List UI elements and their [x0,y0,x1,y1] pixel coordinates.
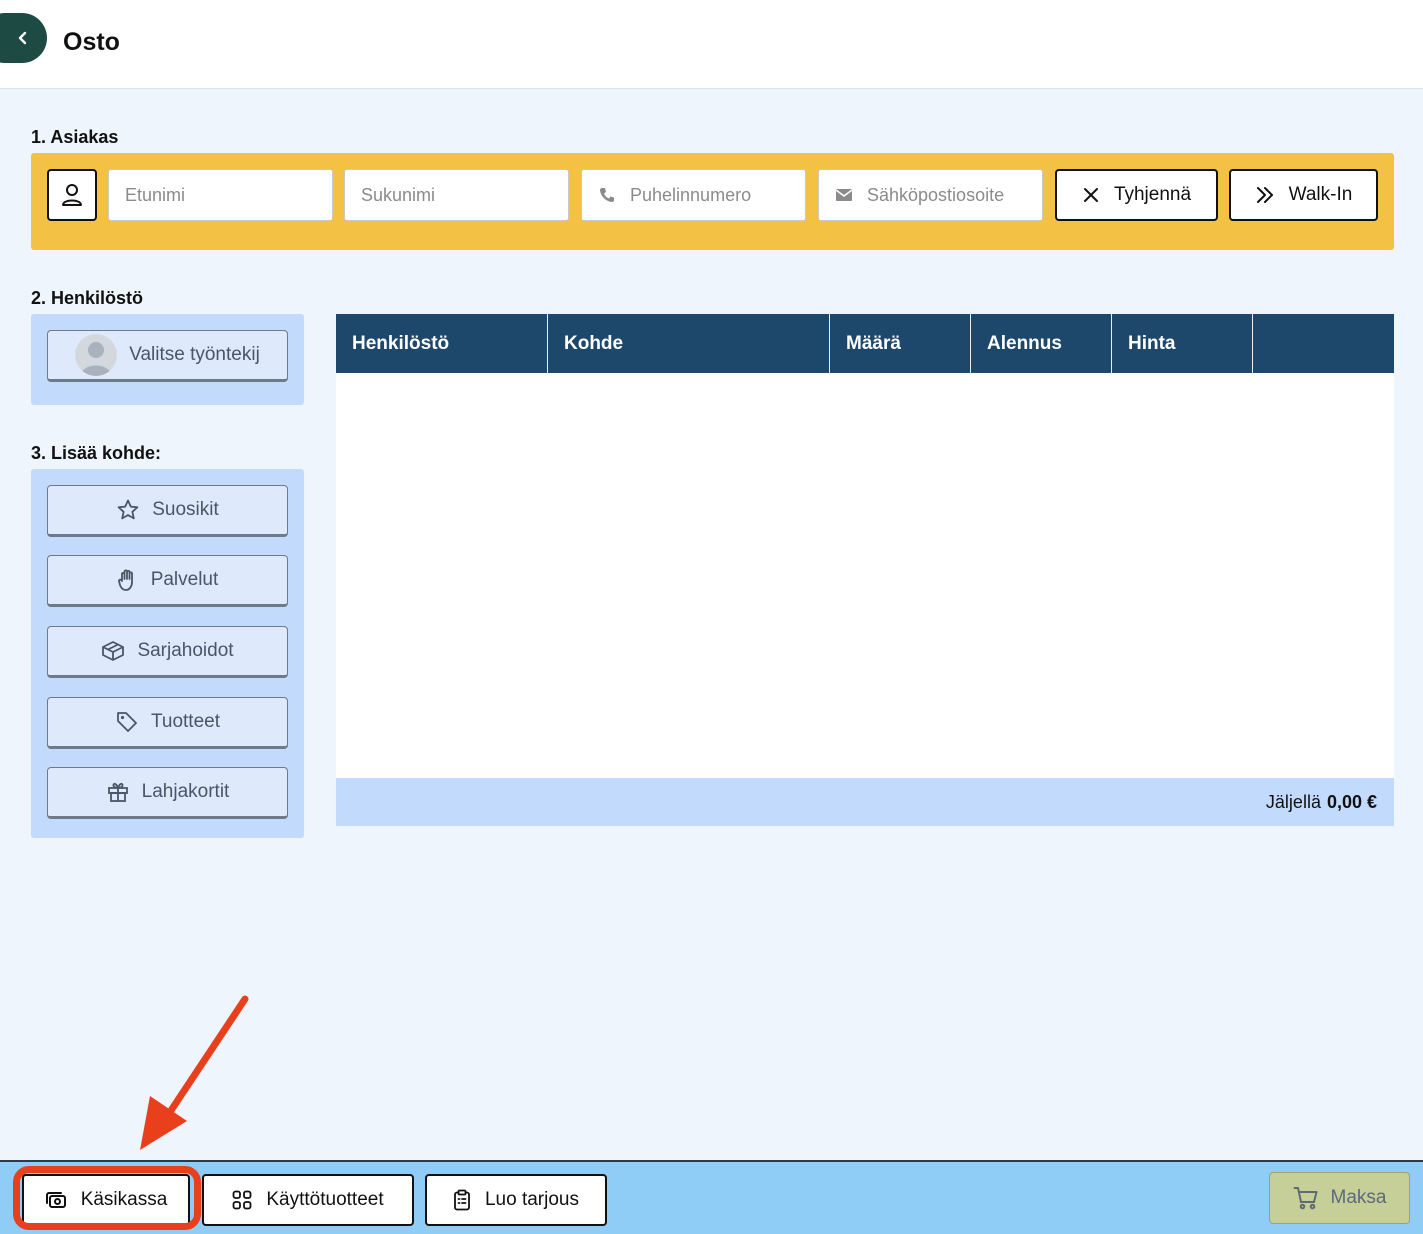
services-button[interactable]: Palvelut [47,555,288,607]
cart-icon [1293,1187,1318,1210]
envelope-icon [835,188,853,202]
person-icon [62,184,82,206]
page-title: Osto [63,28,120,56]
phone-placeholder: Puhelinnumero [630,184,752,205]
email-placeholder: Sähköpostiosoite [867,184,1005,205]
customer-search-button[interactable] [47,169,97,221]
remaining-amount: 0,00 € [1326,791,1377,812]
customer-bar: Etunimi Sukunimi Puhelinnumero Sähköpost… [31,153,1394,250]
bottom-bar: Käsikassa Käyttötuotteet Luo tarjous [0,1160,1423,1234]
clear-label: Tyhjennä [1113,184,1192,205]
customer-section-label: 1. Asiakas [31,127,119,147]
series-treatments-button[interactable]: Sarjahoidot [47,626,288,678]
favorites-button[interactable]: Suosikit [47,485,288,537]
products-button[interactable]: Tuotteet [47,697,288,749]
column-header-actions [1253,314,1394,373]
clear-button[interactable]: Tyhjennä [1055,169,1218,221]
table-header: Henkilöstö Kohde Määrä Alennus Hinta [336,314,1394,373]
create-offer-button[interactable]: Luo tarjous [425,1174,607,1226]
close-icon [1083,188,1098,202]
gift-icon [107,782,128,802]
email-field[interactable]: Sähköpostiosoite [818,169,1043,221]
last-name-field[interactable]: Sukunimi [344,169,569,221]
last-name-placeholder: Sukunimi [361,184,436,205]
services-label: Palvelut [150,569,219,590]
gift-cards-label: Lahjakortit [141,781,230,802]
grid-icon [232,1190,252,1210]
create-offer-label: Luo tarjous [484,1189,579,1210]
supplies-label: Käyttötuotteet [266,1189,384,1210]
employee-avatar-icon [75,334,118,376]
order-table: Henkilöstö Kohde Määrä Alennus Hinta Jäl… [336,314,1394,826]
clipboard-icon [454,1189,470,1211]
select-employee-button[interactable]: Valitse työntekij [47,330,288,382]
gift-cards-button[interactable]: Lahjakortit [47,767,288,819]
pay-label: Maksa [1330,1187,1387,1208]
phone-icon [598,186,616,204]
favorites-label: Suosikit [152,499,219,520]
table-body [336,373,1394,778]
annotation-highlight-box [13,1166,201,1230]
column-header-price: Hinta [1112,314,1253,373]
walk-in-label: Walk-In [1288,184,1353,205]
supplies-button[interactable]: Käyttötuotteet [202,1174,414,1226]
package-icon [102,641,125,661]
column-header-quantity: Määrä [830,314,971,373]
pay-button[interactable]: Maksa [1269,1172,1410,1224]
add-item-panel: Suosikit Palvelut Sarjahoidot Tuotteet L… [31,469,304,838]
remaining-label: Jäljellä [1265,791,1321,812]
staff-panel: Valitse työntekij [31,314,304,405]
select-employee-label: Valitse työntekij [129,344,260,365]
column-header-item: Kohde [548,314,830,373]
first-name-placeholder: Etunimi [125,184,186,205]
hand-icon [117,569,133,591]
tag-icon [117,712,137,732]
products-label: Tuotteet [150,711,220,732]
column-header-discount: Alennus [971,314,1112,373]
table-footer: Jäljellä 0,00 € [336,778,1394,826]
chevron-double-right-icon [1256,187,1273,203]
series-treatments-label: Sarjahoidot [137,640,234,661]
staff-section-label: 2. Henkilöstö [31,288,144,308]
walk-in-button[interactable]: Walk-In [1229,169,1378,221]
back-button[interactable] [0,13,47,63]
add-item-section-label: 3. Lisää kohde: [31,443,162,463]
chevron-left-icon [18,31,26,45]
first-name-field[interactable]: Etunimi [108,169,333,221]
column-header-staff: Henkilöstö [336,314,548,373]
star-icon [117,499,139,520]
top-bar: Osto [0,0,1423,89]
phone-field[interactable]: Puhelinnumero [581,169,806,221]
